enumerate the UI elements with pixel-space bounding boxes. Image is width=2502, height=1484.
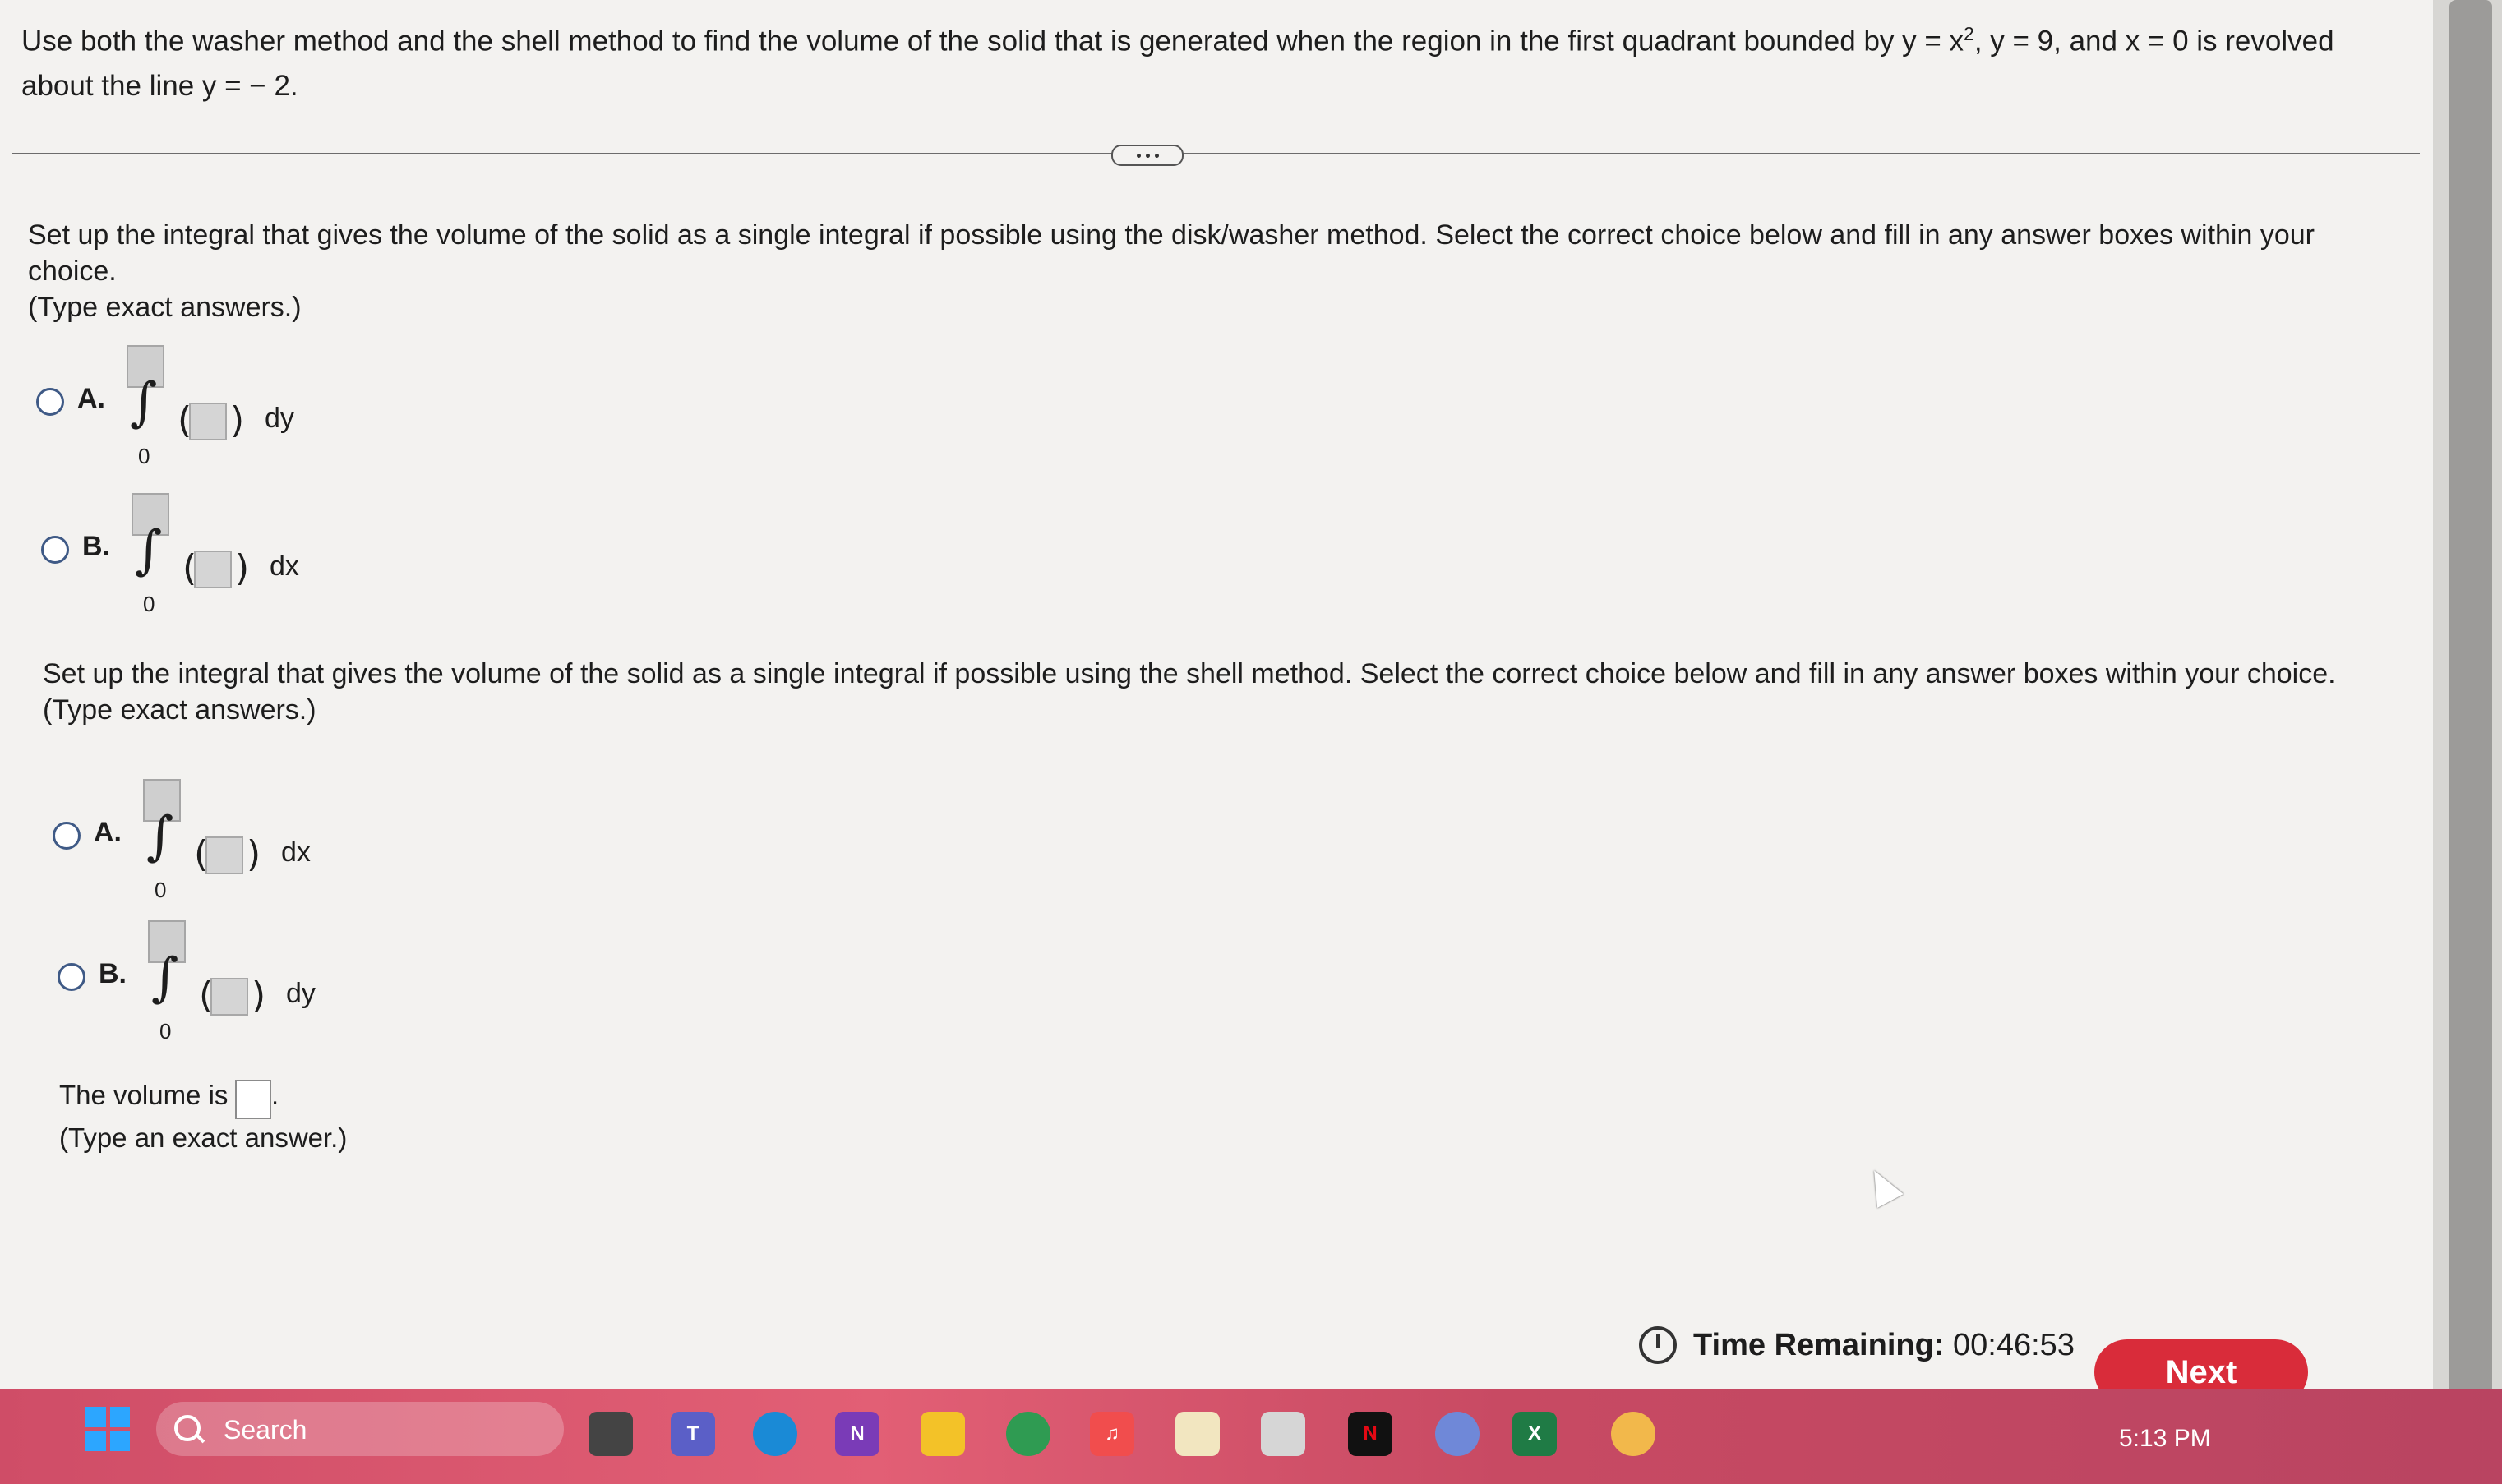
files-icon[interactable]: [589, 1412, 633, 1456]
mouse-cursor-icon: [1861, 1164, 1904, 1208]
radio-button[interactable]: [53, 822, 81, 850]
windows-icon[interactable]: [85, 1407, 130, 1451]
choice-letter: B.: [82, 531, 110, 562]
washer-instruction-text: Set up the integral that gives the volum…: [28, 219, 2315, 287]
lower-limit: 0: [138, 444, 150, 468]
clock-icon: [1639, 1326, 1677, 1364]
integral-sign-icon: ∫: [130, 372, 158, 433]
shell-choice-b[interactable]: B. ∫ 0 ( ) dy: [58, 920, 485, 1052]
paren-close-icon: ): [230, 399, 245, 441]
section-divider: [12, 153, 2420, 154]
dot-icon: [1145, 153, 1150, 158]
integrand-input[interactable]: [189, 403, 227, 440]
shell-instruction: Set up the integral that gives the volum…: [43, 656, 2377, 728]
lower-limit: 0: [155, 878, 167, 902]
radio-button[interactable]: [36, 388, 64, 416]
paren-close-icon: ): [252, 975, 266, 1016]
scroll-thumb[interactable]: [2449, 0, 2492, 1405]
washer-choice-a[interactable]: A. ∫ 0 ( ) dy: [36, 345, 464, 477]
netflix-icon[interactable]: N: [1348, 1412, 1392, 1456]
integration-variable: dx: [270, 551, 299, 582]
taskbar-search[interactable]: Search: [156, 1402, 564, 1456]
chrome-icon[interactable]: [1006, 1412, 1050, 1456]
lower-limit: 0: [143, 592, 155, 616]
shell-choice-a[interactable]: A. ∫ 0 ( ) dx: [53, 779, 480, 910]
vertical-scrollbar[interactable]: ▼: [2433, 0, 2502, 1440]
integration-variable: dy: [286, 978, 316, 1009]
time-remaining: Time Remaining: 00:46:53: [1639, 1326, 2075, 1364]
dot-icon: [1136, 153, 1141, 158]
integration-variable: dx: [281, 836, 311, 868]
taskbar: Search T N ♫ N X 5:13 PM: [0, 1389, 2502, 1484]
excel-icon[interactable]: X: [1512, 1412, 1557, 1456]
problem-exponent: 2: [1964, 23, 1974, 44]
volume-punctuation: .: [271, 1080, 279, 1110]
volume-answer-input[interactable]: [235, 1080, 271, 1119]
file-explorer-icon[interactable]: [921, 1412, 965, 1456]
washer-choice-b[interactable]: B. ∫ 0 ( ) dx: [41, 493, 469, 624]
problem-text-part1: Use both the washer method and the shell…: [21, 25, 1964, 58]
choice-letter: A.: [94, 817, 122, 848]
search-icon: [174, 1415, 201, 1441]
integration-variable: dy: [265, 403, 294, 434]
store-icon[interactable]: [1261, 1412, 1305, 1456]
washer-note: (Type exact answers.): [28, 292, 302, 323]
integral-sign-icon: ∫: [146, 806, 174, 867]
radio-button[interactable]: [58, 963, 85, 991]
paren-close-icon: ): [235, 547, 250, 589]
question-page: Use both the washer method and the shell…: [0, 0, 2433, 1405]
problem-statement: Use both the washer method and the shell…: [21, 12, 2405, 108]
paren-close-icon: ): [247, 833, 261, 875]
dot-icon: [1154, 153, 1159, 158]
radio-button[interactable]: [41, 536, 69, 564]
shell-note: (Type exact answers.): [43, 694, 316, 726]
volume-note: (Type an exact answer.): [59, 1122, 348, 1153]
onenote-icon[interactable]: N: [835, 1412, 879, 1456]
snipping-tool-icon[interactable]: [1175, 1412, 1220, 1456]
edge-icon[interactable]: [753, 1412, 797, 1456]
integral-sign-icon: ∫: [135, 520, 163, 581]
integrand-input[interactable]: [205, 836, 243, 874]
system-clock[interactable]: 5:13 PM: [2119, 1425, 2211, 1453]
lower-limit: 0: [159, 1019, 172, 1044]
timer-value: 00:46:53: [1953, 1327, 2075, 1362]
timer-label: Time Remaining:: [1693, 1327, 1945, 1362]
integral-sign-icon: ∫: [151, 947, 179, 1008]
integrand-input[interactable]: [210, 978, 248, 1016]
choice-letter: A.: [77, 383, 105, 414]
photos-icon[interactable]: [1435, 1412, 1480, 1456]
choice-letter: B.: [99, 958, 127, 989]
music-icon[interactable]: ♫: [1090, 1412, 1134, 1456]
integrand-input[interactable]: [194, 551, 232, 588]
shell-instruction-text: Set up the integral that gives the volum…: [43, 658, 2336, 689]
teams-icon[interactable]: T: [671, 1412, 715, 1456]
more-options-button[interactable]: [1111, 145, 1184, 166]
volume-label: The volume is: [59, 1080, 229, 1110]
taskbar-search-label: Search: [224, 1415, 307, 1445]
washer-instruction: Set up the integral that gives the volum…: [28, 217, 2395, 325]
chrome-icon-2[interactable]: [1611, 1412, 1655, 1456]
